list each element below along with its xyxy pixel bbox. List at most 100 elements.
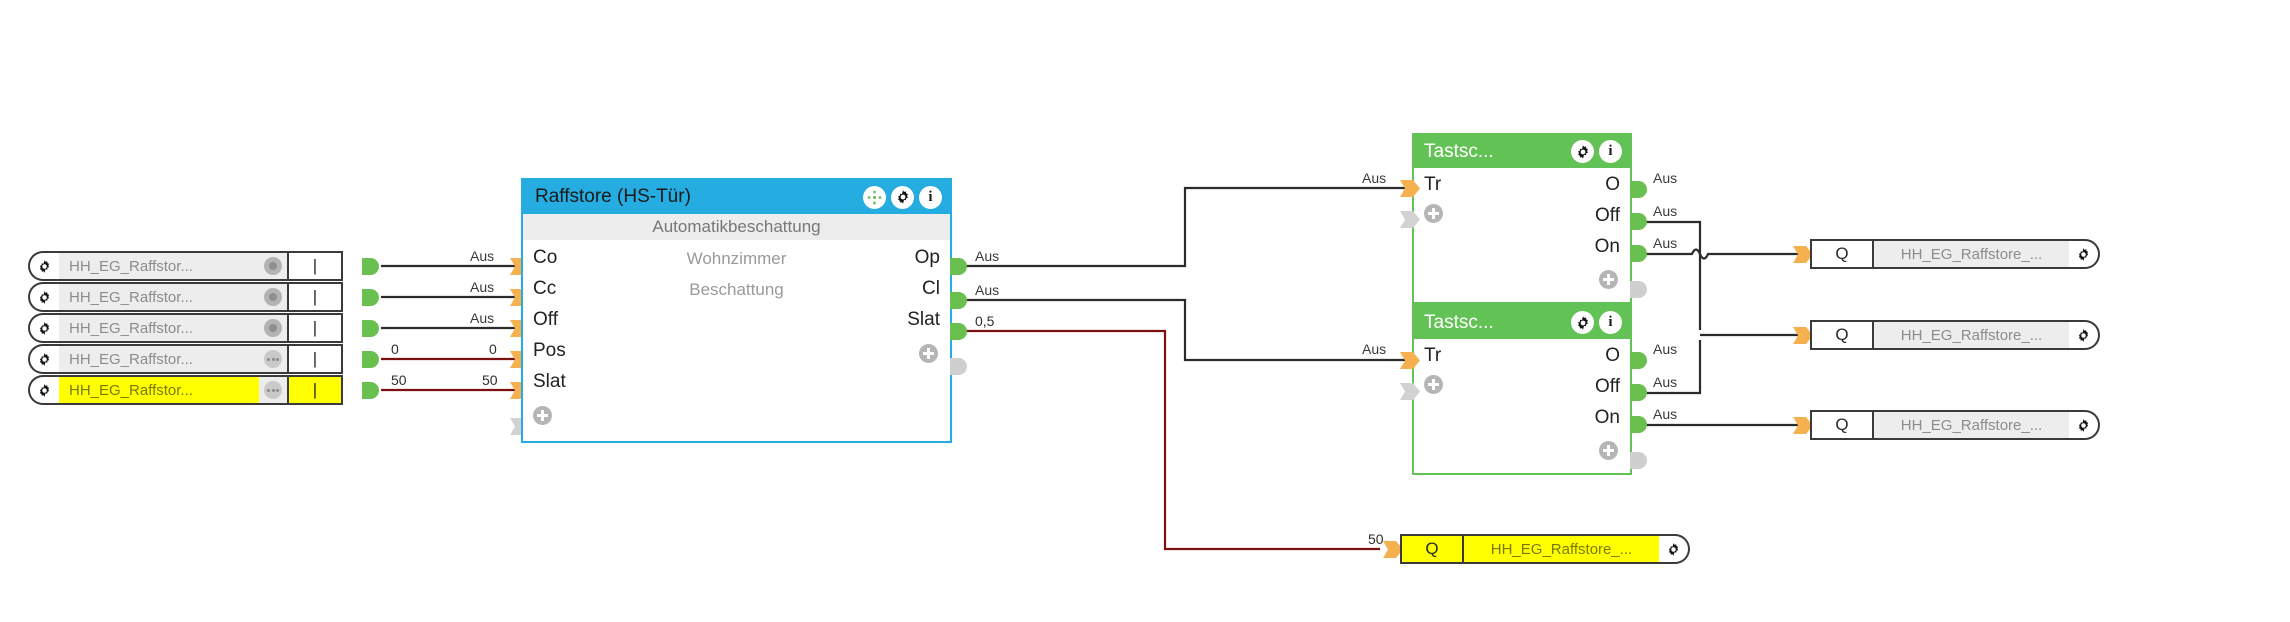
output-pin[interactable]	[1630, 181, 1647, 198]
input-node-2[interactable]: HH_EG_Raffstor... |	[28, 282, 343, 312]
add-input-icon[interactable]	[533, 406, 552, 425]
input-node-4[interactable]: HH_EG_Raffstor... |	[28, 344, 343, 374]
output-pin[interactable]	[1630, 245, 1647, 262]
gear-icon[interactable]	[28, 282, 59, 312]
wire-label: 50	[1368, 531, 1384, 547]
output-node-3[interactable]: Q HH_EG_Raffstore_...	[1810, 410, 2100, 440]
gear-icon[interactable]	[891, 185, 914, 209]
ellipsis-icon	[264, 381, 282, 399]
gear-icon[interactable]	[1571, 140, 1594, 163]
output-node-label[interactable]: HH_EG_Raffstore_...	[1874, 320, 2069, 350]
output-pin[interactable]	[1630, 213, 1647, 230]
output-pin[interactable]	[950, 292, 967, 309]
output-pin[interactable]	[362, 351, 379, 368]
port-in-pos[interactable]: Pos	[533, 340, 566, 362]
gear-icon[interactable]	[2069, 320, 2100, 350]
output-node-port: Q	[1400, 534, 1464, 564]
flow-editor-canvas[interactable]: HH_EG_Raffstor... | HH_EG_Raffstor... | …	[0, 0, 2290, 622]
input-node-value: |	[287, 344, 343, 374]
tastsc-block-2[interactable]: Tastsc... Tr O Off On	[1412, 304, 1632, 475]
add-output-icon[interactable]	[919, 344, 938, 363]
output-pin-inactive[interactable]	[1630, 452, 1647, 469]
add-output-icon[interactable]	[1599, 270, 1618, 289]
input-node-value: |	[287, 251, 343, 281]
input-node-value: |	[287, 375, 343, 405]
output-pin[interactable]	[950, 258, 967, 275]
port-out-off[interactable]: Off	[1595, 205, 1620, 227]
add-input-icon[interactable]	[1424, 375, 1443, 394]
port-out-slat[interactable]: Slat	[907, 309, 940, 331]
raffstore-header[interactable]: Raffstore (HS-Tür)	[523, 180, 950, 214]
raffstore-body: Co Cc Off Pos Slat Op Cl Slat Wohnzimmer…	[523, 240, 950, 425]
input-node-name[interactable]: HH_EG_Raffstor...	[59, 313, 259, 343]
port-in-tr[interactable]: Tr	[1424, 174, 1441, 196]
gear-icon[interactable]	[28, 375, 59, 405]
output-pin-inactive[interactable]	[950, 358, 967, 375]
gear-icon[interactable]	[28, 313, 59, 343]
info-icon[interactable]	[919, 185, 942, 209]
input-node-name[interactable]: HH_EG_Raffstor...	[59, 375, 259, 405]
gear-icon[interactable]	[2069, 410, 2100, 440]
tastsc-block-1[interactable]: Tastsc... Tr O Off On	[1412, 133, 1632, 304]
move-icon[interactable]	[863, 185, 886, 209]
radio-dot-icon	[264, 288, 282, 306]
port-out-o[interactable]: O	[1605, 345, 1620, 367]
output-node-label[interactable]: HH_EG_Raffstore_...	[1464, 534, 1659, 564]
raffstore-block[interactable]: Raffstore (HS-Tür) Automatikbeschattung …	[521, 178, 952, 443]
port-out-off[interactable]: Off	[1595, 376, 1620, 398]
gear-icon[interactable]	[28, 344, 59, 374]
wire-label: Aus	[1653, 235, 1678, 251]
input-node-5[interactable]: HH_EG_Raffstor... |	[28, 375, 343, 405]
gear-icon[interactable]	[1571, 311, 1594, 334]
output-node-label[interactable]: HH_EG_Raffstore_...	[1874, 239, 2069, 269]
output-pin-inactive[interactable]	[1630, 281, 1647, 298]
port-out-o[interactable]: O	[1605, 174, 1620, 196]
wire-label: Aus	[1653, 374, 1678, 390]
output-pin[interactable]	[1630, 384, 1647, 401]
port-out-on[interactable]: On	[1595, 236, 1620, 258]
add-output-icon[interactable]	[1599, 441, 1618, 460]
output-node-4[interactable]: Q HH_EG_Raffstore_...	[1400, 534, 1690, 564]
wire-label: Aus	[1362, 170, 1387, 186]
tastsc-header-1[interactable]: Tastsc...	[1414, 135, 1630, 168]
output-pin[interactable]	[950, 323, 967, 340]
input-node-1[interactable]: HH_EG_Raffstor... |	[28, 251, 343, 281]
port-in-tr[interactable]: Tr	[1424, 345, 1441, 367]
output-node-port: Q	[1810, 239, 1874, 269]
gear-icon[interactable]	[2069, 239, 2100, 269]
wire-label: 0	[489, 341, 497, 357]
output-node-port: Q	[1810, 410, 1874, 440]
output-pin[interactable]	[1630, 416, 1647, 433]
wire-label: Aus	[1653, 203, 1678, 219]
input-node-label: HH_EG_Raffstor...	[69, 257, 193, 275]
input-node-name[interactable]: HH_EG_Raffstor...	[59, 282, 259, 312]
port-in-off[interactable]: Off	[533, 309, 558, 331]
gear-icon[interactable]	[28, 251, 59, 281]
port-out-on[interactable]: On	[1595, 407, 1620, 429]
input-node-name[interactable]: HH_EG_Raffstor...	[59, 251, 259, 281]
output-node-2[interactable]: Q HH_EG_Raffstore_...	[1810, 320, 2100, 350]
wire-label: 50	[482, 372, 498, 388]
tastsc-body-1: Tr O Off On	[1414, 168, 1630, 302]
output-pin[interactable]	[362, 289, 379, 306]
output-pin[interactable]	[362, 382, 379, 399]
info-icon[interactable]	[1599, 140, 1622, 163]
input-node-state	[259, 282, 287, 312]
wire-label: Aus	[470, 310, 495, 326]
wire-label: Aus	[975, 282, 1000, 298]
tastsc-body-2: Tr O Off On	[1414, 339, 1630, 473]
wire-label: Aus	[470, 279, 495, 295]
output-pin[interactable]	[362, 320, 379, 337]
output-pin[interactable]	[362, 258, 379, 275]
output-node-label[interactable]: HH_EG_Raffstore_...	[1874, 410, 2069, 440]
port-in-slat[interactable]: Slat	[533, 371, 566, 393]
gear-icon[interactable]	[1659, 534, 1690, 564]
info-icon[interactable]	[1599, 311, 1622, 334]
radio-dot-icon	[264, 319, 282, 337]
output-node-1[interactable]: Q HH_EG_Raffstore_...	[1810, 239, 2100, 269]
tastsc-header-2[interactable]: Tastsc...	[1414, 306, 1630, 339]
input-node-name[interactable]: HH_EG_Raffstor...	[59, 344, 259, 374]
input-node-3[interactable]: HH_EG_Raffstor... |	[28, 313, 343, 343]
output-pin[interactable]	[1630, 352, 1647, 369]
add-input-icon[interactable]	[1424, 204, 1443, 223]
